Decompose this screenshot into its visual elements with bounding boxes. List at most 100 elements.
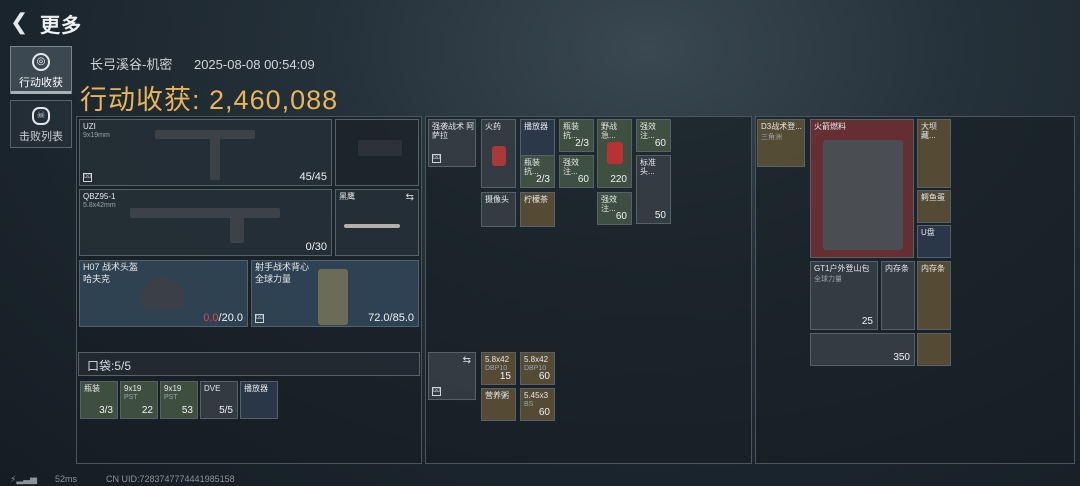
backpack-item[interactable]: 大坝藏... — [917, 119, 951, 188]
qbz95-image — [130, 208, 280, 218]
helmet-brand: 哈夫克 — [83, 274, 111, 284]
vest-name: 射手战术背心 — [255, 262, 310, 272]
item-name: 大坝藏... — [921, 122, 937, 140]
top-bar: ❮ 更多 — [0, 0, 1080, 42]
item-name: D3战术登... — [761, 122, 802, 131]
backpack-item[interactable]: 鳄鱼蛋 — [917, 190, 951, 223]
rig-item[interactable]: 强效注... 60 — [597, 192, 632, 225]
raid-time: 2025-08-08 00:54:09 — [193, 57, 315, 72]
helmet-image — [142, 277, 184, 309]
melee-name: 黑鹰 — [339, 192, 355, 201]
rig-item[interactable]: 强效注... 60 — [559, 155, 594, 188]
secondary-weapon-slot[interactable]: QBZ95-1 5.8x42mm 0/30 — [79, 189, 332, 256]
backpack-item[interactable]: 火箭燃料 — [810, 119, 914, 258]
uid: CN UID:7283747774441985158 — [106, 474, 235, 484]
backpack-item[interactable]: D3战术登... 三角洲 — [757, 119, 805, 167]
rig-item[interactable]: 标准头... 50 — [636, 155, 671, 224]
ping: 52ms — [55, 474, 78, 484]
item-count: 2/3 — [536, 174, 550, 185]
tab-action-income[interactable]: ◎ 行动收获 — [10, 46, 72, 94]
rig-item[interactable]: 强效注... 60 — [636, 119, 671, 152]
item-name: 5.8x42 — [524, 355, 549, 364]
melee-slot[interactable]: 黑鹰 ⇆ — [335, 189, 419, 256]
footer: ⚡▂▃▅ 52ms CN UID:7283747774441985158 — [0, 472, 1080, 486]
item-name: U盘 — [921, 228, 935, 237]
rig-item[interactable]: 火药 — [481, 119, 516, 188]
item-count: 25 — [861, 316, 873, 327]
ammo-item[interactable]: 5.8x42 DBP10 60 — [520, 352, 555, 385]
item-name: 强袭战术 阿萨拉 — [432, 122, 475, 140]
tab-kill-list[interactable]: ☠ 击败列表 — [10, 100, 72, 148]
ammo-item[interactable]: 5.8x42 DBP10 15 — [481, 352, 516, 385]
item-count: 60 — [615, 211, 627, 222]
pocket-item[interactable]: 9x19 PST 53 — [160, 381, 198, 419]
primary-weapon-slot[interactable]: UZI 9x19mm 45/45 ⌧ — [79, 119, 332, 186]
pocket-item[interactable]: 瓶装 3/3 — [80, 381, 118, 419]
vest-slot[interactable]: 射手战术背心 全球力量 72.0/85.0 ⌧ — [251, 260, 419, 327]
item-name: 9x19 — [124, 384, 142, 393]
dur-current: 0.0 — [203, 312, 219, 324]
item-count: 15 — [499, 371, 511, 382]
vest-brand: 全球力量 — [255, 274, 292, 284]
backpack-item[interactable] — [917, 333, 951, 366]
backpack-item[interactable]: 350 — [810, 333, 915, 366]
rig-item[interactable]: 瓶装抗... 2/3 — [520, 155, 555, 188]
ammo-count: 0/30 — [305, 241, 327, 253]
item-name: 火箭燃料 — [814, 122, 846, 131]
backpack-item[interactable]: GT1户外登山包 全球力量 25 — [810, 261, 878, 330]
helmet-name: H07 战术头盔 — [83, 262, 139, 272]
item-name: 火药 — [485, 122, 501, 131]
raid-meta: 长弓溪谷-机密 2025-08-08 00:54:09 — [90, 54, 333, 73]
rig-item[interactable]: 强袭战术 阿萨拉 ⌧ — [428, 119, 476, 167]
medkit-icon — [607, 142, 623, 164]
ammo-count: 45/45 — [299, 171, 327, 183]
backpack-item[interactable]: U盘 — [917, 225, 951, 258]
item-name: 内存条 — [885, 264, 909, 273]
weapon-caliber: 9x19mm — [83, 132, 110, 139]
item-count: 3/3 — [99, 405, 113, 416]
ammo-item[interactable]: 5.45x3 BS 60 — [520, 388, 555, 421]
item-count: 22 — [141, 405, 153, 416]
knife-image — [344, 224, 400, 228]
income-total: 行动收获: 2,460,088 — [80, 78, 338, 117]
backpack-item[interactable]: 内存条 — [881, 261, 915, 330]
rig-item[interactable]: 柠檬茶 — [520, 192, 555, 227]
rig-item[interactable]: 摄像头 — [481, 192, 516, 227]
item-count: 220 — [610, 174, 627, 185]
backpack-item[interactable]: 内存条 — [917, 261, 951, 330]
item-count: 50 — [654, 210, 666, 221]
helmet-slot[interactable]: H07 战术头盔 哈夫克 0.0/20.0 — [79, 260, 248, 327]
back-arrow-icon[interactable]: ❮ — [10, 9, 28, 35]
tab-label: 击败列表 — [19, 131, 63, 143]
item-name: 内存条 — [921, 264, 945, 273]
income-value: 2,460,088 — [209, 85, 339, 115]
item-count: 60 — [577, 174, 589, 185]
pocket-item[interactable]: DVE 5/5 — [200, 381, 238, 419]
ammo-box-slot[interactable]: ⇆ ⌧ — [428, 352, 476, 400]
item-name: 鳄鱼蛋 — [921, 193, 945, 202]
item-sub: 全球力量 — [814, 276, 842, 283]
lock-icon: ⌧ — [83, 173, 92, 182]
pistol-slot-empty[interactable] — [335, 119, 419, 186]
pocket-item[interactable]: 播放器 — [240, 381, 278, 419]
item-name: 播放器 — [244, 384, 268, 393]
rig-item[interactable]: 瓶装抗... 2/3 — [559, 119, 594, 152]
item-name: 5.45x3 — [524, 391, 549, 400]
item-sub: PST — [164, 394, 178, 401]
rig-item[interactable]: 野战急... 220 — [597, 119, 632, 188]
vest-image — [318, 269, 348, 325]
item-count: 350 — [893, 352, 910, 363]
target-icon: ◎ — [32, 53, 50, 71]
item-count: 53 — [181, 405, 193, 416]
item-name: 野战急... — [601, 122, 617, 140]
vest-durability: 72.0/85.0 — [368, 312, 414, 324]
ammo-item[interactable]: 营养粥 — [481, 388, 516, 421]
item-name: 播放器 — [524, 122, 548, 131]
lock-icon: ⌧ — [432, 387, 441, 396]
item-count: 60 — [538, 371, 550, 382]
item-name: 标准头... — [640, 158, 656, 176]
page-title: 更多 — [40, 15, 82, 37]
pocket-item[interactable]: 9x19 PST 22 — [120, 381, 158, 419]
lock-icon: ⌧ — [432, 154, 441, 163]
fuel-can-icon — [823, 140, 903, 250]
